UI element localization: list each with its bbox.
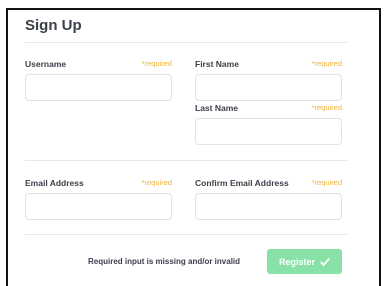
username-input[interactable] xyxy=(25,74,172,101)
signup-panel: Sign Up Username *required First Name *r… xyxy=(6,8,381,286)
confirm-email-required: *required xyxy=(311,178,342,187)
register-label: Register xyxy=(278,256,315,267)
last-name-input[interactable] xyxy=(195,118,342,145)
validation-message: Required input is missing and/or invalid xyxy=(88,257,241,266)
username-required: *required xyxy=(141,59,172,68)
last-name-label: Last Name xyxy=(195,103,238,113)
first-name-label: First Name xyxy=(195,59,239,69)
first-name-input[interactable] xyxy=(195,74,342,101)
register-button[interactable]: Register xyxy=(267,249,342,274)
divider xyxy=(25,160,347,161)
divider xyxy=(25,42,347,43)
check-icon xyxy=(320,257,330,266)
divider xyxy=(25,234,347,235)
email-required: *required xyxy=(141,178,172,187)
first-name-required: *required xyxy=(311,59,342,68)
email-label: Email Address xyxy=(25,178,84,188)
confirm-email-label: Confirm Email Address xyxy=(195,178,289,188)
confirm-email-input[interactable] xyxy=(195,193,342,220)
username-label: Username xyxy=(25,59,67,69)
last-name-required: *required xyxy=(311,103,342,112)
email-input[interactable] xyxy=(25,193,172,220)
page-title: Sign Up xyxy=(25,17,82,34)
